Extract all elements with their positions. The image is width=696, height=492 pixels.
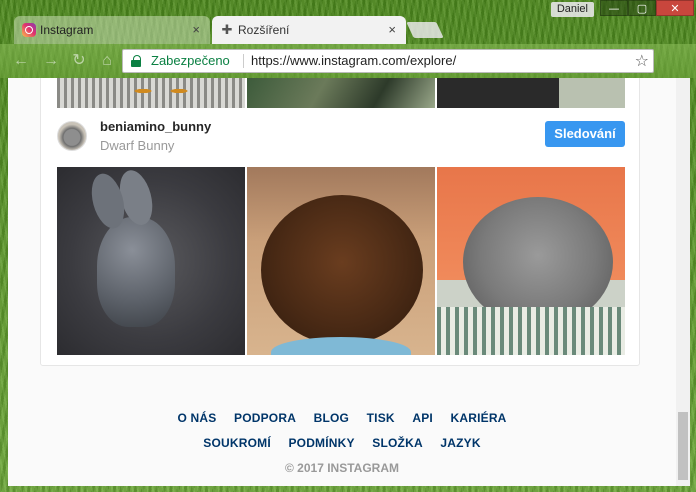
footer-link-api[interactable]: API — [412, 411, 433, 425]
tab-extensions[interactable]: ✚ Rozšíření × — [212, 16, 406, 44]
copyright: © 2017 INSTAGRAM — [285, 461, 399, 475]
tab-label: Rozšíření — [238, 23, 290, 37]
tab-close-icon[interactable]: × — [192, 16, 200, 44]
follow-button[interactable]: Sledování — [545, 121, 625, 147]
star-icon[interactable]: ☆ — [635, 51, 649, 70]
home-icon[interactable]: ⌂ — [96, 51, 118, 71]
tab-close-icon[interactable]: × — [388, 16, 396, 44]
previous-photo[interactable] — [247, 78, 435, 108]
footer-link-support[interactable]: PODPORA — [234, 411, 296, 425]
footer-link-directory[interactable]: SLOŽKA — [372, 436, 423, 450]
footer-link-language[interactable]: JAZYK — [440, 436, 480, 450]
url-text[interactable]: https://www.instagram.com/explore/ — [251, 53, 456, 68]
suggestion-card: beniamino_bunny Dwarf Bunny Sledování — [40, 78, 640, 366]
reload-icon[interactable]: ↻ — [68, 51, 90, 71]
instagram-icon — [22, 23, 36, 37]
scrollbar-thumb[interactable] — [678, 412, 688, 480]
previous-photo[interactable] — [57, 78, 245, 108]
footer-links-primary: O NÁS PODPORA BLOG TISK API KARIÉRA — [8, 411, 676, 425]
browser-window: Daniel — ▢ ✕ Instagram × ✚ Rozšíření × ←… — [0, 0, 696, 492]
post-photo[interactable] — [247, 167, 435, 355]
profile-badge[interactable]: Daniel — [550, 2, 594, 17]
tab-label: Instagram — [40, 23, 94, 37]
footer-link-blog[interactable]: BLOG — [314, 411, 349, 425]
footer-link-about[interactable]: O NÁS — [177, 411, 216, 425]
user-subtitle: Dwarf Bunny — [100, 138, 175, 153]
browser-toolbar: ← → ↻ ⌂ Zabezpečeno https://www.instagra… — [0, 44, 696, 78]
footer-link-privacy[interactable]: SOUKROMÍ — [203, 436, 271, 450]
forward-icon[interactable]: → — [40, 51, 62, 71]
address-bar[interactable]: Zabezpečeno https://www.instagram.com/ex… — [122, 49, 654, 73]
username-link[interactable]: beniamino_bunny — [100, 119, 211, 134]
footer-link-careers[interactable]: KARIÉRA — [450, 411, 506, 425]
back-icon[interactable]: ← — [10, 51, 32, 71]
puzzle-icon: ✚ — [221, 22, 233, 37]
minimize-button[interactable]: — — [600, 0, 628, 16]
new-tab-button[interactable] — [406, 22, 444, 38]
post-photo[interactable] — [437, 167, 625, 355]
scrollbar[interactable] — [676, 78, 690, 486]
previous-photo[interactable] — [437, 78, 625, 108]
close-window-button[interactable]: ✕ — [656, 0, 694, 16]
footer-link-terms[interactable]: PODMÍNKY — [288, 436, 354, 450]
post-photo[interactable] — [57, 167, 245, 355]
page-viewport: beniamino_bunny Dwarf Bunny Sledování O … — [8, 78, 690, 486]
avatar[interactable] — [57, 121, 87, 151]
maximize-button[interactable]: ▢ — [628, 0, 656, 16]
secure-label[interactable]: Zabezpečeno — [151, 53, 230, 68]
footer-links-secondary: SOUKROMÍ PODMÍNKY SLOŽKA JAZYK — [8, 436, 676, 450]
footer-link-press[interactable]: TISK — [367, 411, 395, 425]
divider — [243, 54, 244, 68]
tab-instagram[interactable]: Instagram × — [14, 16, 210, 44]
lock-icon — [131, 55, 141, 67]
